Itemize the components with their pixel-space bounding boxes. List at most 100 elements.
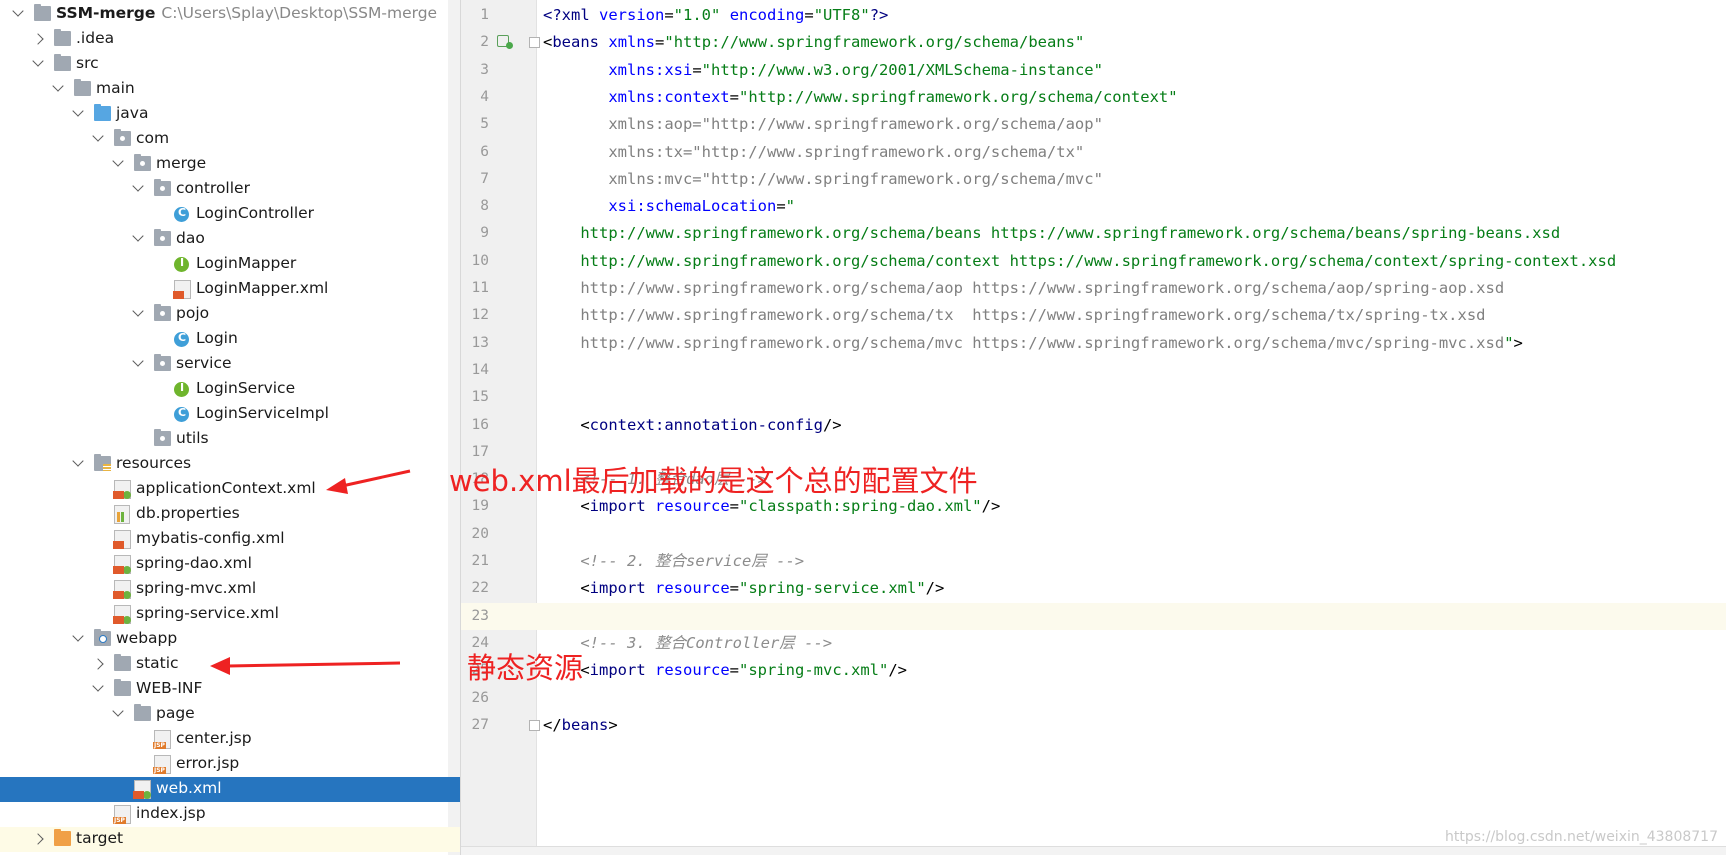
spring-xml-file-icon	[113, 580, 131, 599]
code-text: xmlns:tx="http://www.springframework.org…	[543, 142, 1085, 161]
tree-item-label: LoginServiceImpl	[196, 404, 329, 422]
code-line[interactable]: 21 <!-- 2. 整合service层 -->	[461, 548, 1726, 575]
tree-item-merge[interactable]: merge	[0, 152, 460, 177]
chevron-down-icon[interactable]	[72, 455, 84, 467]
tree-item-loginmapper[interactable]: LoginMapper	[0, 252, 460, 277]
tree-item-spring-service-xml[interactable]: spring-service.xml	[0, 602, 460, 627]
code-line[interactable]: 26	[461, 685, 1726, 712]
chevron-right-icon[interactable]	[32, 833, 44, 845]
jsp-file-icon	[153, 730, 171, 749]
tree-item-spring-mvc-xml[interactable]: spring-mvc.xml	[0, 577, 460, 602]
chevron-down-icon[interactable]	[132, 305, 144, 317]
code-line[interactable]: 27 </beans>	[461, 712, 1726, 739]
code-editor[interactable]: 1 <?xml version="1.0" encoding="UTF8"?> 2 <…	[461, 0, 1726, 855]
tree-item-label: page	[156, 704, 195, 722]
chevron-down-icon[interactable]	[72, 105, 84, 117]
spring-xml-file-icon	[113, 605, 131, 624]
tree-item-applicationcontext-xml[interactable]: applicationContext.xml	[0, 477, 460, 502]
code-text: <context:annotation-config/>	[543, 415, 842, 434]
tree-item-pojo[interactable]: pojo	[0, 302, 460, 327]
tree-item-resources[interactable]: resources	[0, 452, 460, 477]
tree-item-login[interactable]: Login	[0, 327, 460, 352]
tree-item-web-xml[interactable]: web.xml	[0, 777, 460, 802]
code-text: xmlns:context="http://www.springframewor…	[608, 87, 1178, 106]
chevron-down-icon[interactable]	[112, 705, 124, 717]
code-text: http://www.springframework.org/schema/tx…	[543, 306, 1486, 325]
chevron-right-icon[interactable]	[92, 658, 104, 670]
code-line[interactable]: 7 xmlns:mvc="http://www.springframework.…	[461, 166, 1726, 193]
spring-xml-file-icon	[113, 555, 131, 574]
project-tree[interactable]: SSM-merge C:\Users\Splay\Desktop\SSM-merg…	[0, 0, 461, 855]
tree-item-logincontroller[interactable]: LoginController	[0, 202, 460, 227]
tree-item-page[interactable]: page	[0, 702, 460, 727]
chevron-right-icon[interactable]	[32, 33, 44, 45]
code-line[interactable]: 25 <import resource="spring-mvc.xml"/>	[461, 657, 1726, 684]
chevron-down-icon[interactable]	[52, 80, 64, 92]
tree-item-target[interactable]: target	[0, 827, 460, 852]
code-line[interactable]: 12 http://www.springframework.org/schema…	[461, 302, 1726, 329]
xml-file-icon	[173, 280, 191, 299]
code-line[interactable]: 23	[461, 602, 1726, 630]
code-line[interactable]: 16 <context:annotation-config/>	[461, 412, 1726, 439]
code-line[interactable]: 8 xsi:schemaLocation="	[461, 193, 1726, 220]
code-line[interactable]: 4 xmlns:context="http://www.springframew…	[461, 84, 1726, 111]
code-line[interactable]: 6 xmlns:tx="http://www.springframework.o…	[461, 139, 1726, 166]
tree-item-idea[interactable]: .idea	[0, 27, 460, 52]
code-line[interactable]: 13 http://www.springframework.org/schema…	[461, 330, 1726, 357]
tree-item-dao[interactable]: dao	[0, 227, 460, 252]
chevron-down-icon[interactable]	[132, 355, 144, 367]
fold-marker-icon[interactable]	[529, 37, 540, 49]
project-path: C:\Users\Splay\Desktop\SSM-merge	[161, 4, 438, 22]
tree-item-utils[interactable]: utils	[0, 427, 460, 452]
tree-item-static[interactable]: static	[0, 652, 460, 677]
tree-item-ssm-merge[interactable]: SSM-merge C:\Users\Splay\Desktop\SSM-merg…	[0, 2, 460, 27]
chevron-down-icon[interactable]	[92, 680, 104, 692]
annotation-static-note: 静态资源	[467, 651, 584, 685]
code-line[interactable]: 11 http://www.springframework.org/schema…	[461, 275, 1726, 302]
code-line[interactable]: 5 xmlns:aop="http://www.springframework.…	[461, 111, 1726, 138]
chevron-down-icon[interactable]	[92, 130, 104, 142]
tree-item-label: spring-service.xml	[136, 604, 279, 622]
tree-item-error-jsp[interactable]: error.jsp	[0, 752, 460, 777]
tree-item-loginserviceimpl[interactable]: LoginServiceImpl	[0, 402, 460, 427]
tree-item-src[interactable]: src	[0, 52, 460, 77]
code-text: <?xml version="1.0" encoding="UTF8"?>	[543, 6, 889, 24]
line-number: 27	[471, 716, 489, 733]
tree-item-service[interactable]: service	[0, 352, 460, 377]
tree-item-db-properties[interactable]: db.properties	[0, 502, 460, 527]
chevron-down-icon[interactable]	[32, 55, 44, 67]
tree-item-center-jsp[interactable]: center.jsp	[0, 727, 460, 752]
code-line[interactable]: 15	[461, 384, 1726, 411]
tree-item-com[interactable]: com	[0, 127, 460, 152]
spring-bean-gutter-icon[interactable]	[497, 35, 513, 50]
code-line[interactable]: 24 <!-- 3. 整合Controller层 -->	[461, 630, 1726, 657]
package-icon	[154, 354, 171, 371]
tree-item-web-inf[interactable]: WEB-INF	[0, 677, 460, 702]
chevron-down-icon[interactable]	[132, 180, 144, 192]
tree-item-java[interactable]: java	[0, 102, 460, 127]
tree-item-controller[interactable]: controller	[0, 177, 460, 202]
tree-item-main[interactable]: main	[0, 77, 460, 102]
fold-marker-icon[interactable]	[529, 719, 540, 731]
code-line[interactable]: 22 <import resource="spring-service.xml"…	[461, 575, 1726, 602]
chevron-down-icon[interactable]	[12, 5, 24, 17]
package-icon	[154, 229, 171, 246]
tree-item-label: webapp	[116, 629, 178, 647]
tree-item-webapp[interactable]: webapp	[0, 627, 460, 652]
code-line[interactable]: 3 xmlns:xsi="http://www.w3.org/2001/XMLS…	[461, 57, 1726, 84]
code-line[interactable]: 10 http://www.springframework.org/schema…	[461, 248, 1726, 275]
chevron-down-icon[interactable]	[132, 230, 144, 242]
tree-item-loginservice[interactable]: LoginService	[0, 377, 460, 402]
tree-item-loginmapper-xml[interactable]: LoginMapper.xml	[0, 277, 460, 302]
code-line[interactable]: 2 <beans xmlns="http://www.springframewor…	[461, 29, 1726, 56]
code-line[interactable]: 1 <?xml version="1.0" encoding="UTF8"?>	[461, 2, 1726, 29]
code-line[interactable]: 14	[461, 357, 1726, 384]
tree-item-spring-dao-xml[interactable]: spring-dao.xml	[0, 552, 460, 577]
chevron-down-icon[interactable]	[112, 155, 124, 167]
tree-item-mybatis-config-xml[interactable]: mybatis-config.xml	[0, 527, 460, 552]
chevron-down-icon[interactable]	[72, 630, 84, 642]
line-number: 10	[471, 252, 489, 269]
code-line[interactable]: 20	[461, 521, 1726, 548]
tree-item-index-jsp[interactable]: index.jsp	[0, 802, 460, 827]
code-line[interactable]: 9 http://www.springframework.org/schema/…	[461, 220, 1726, 247]
